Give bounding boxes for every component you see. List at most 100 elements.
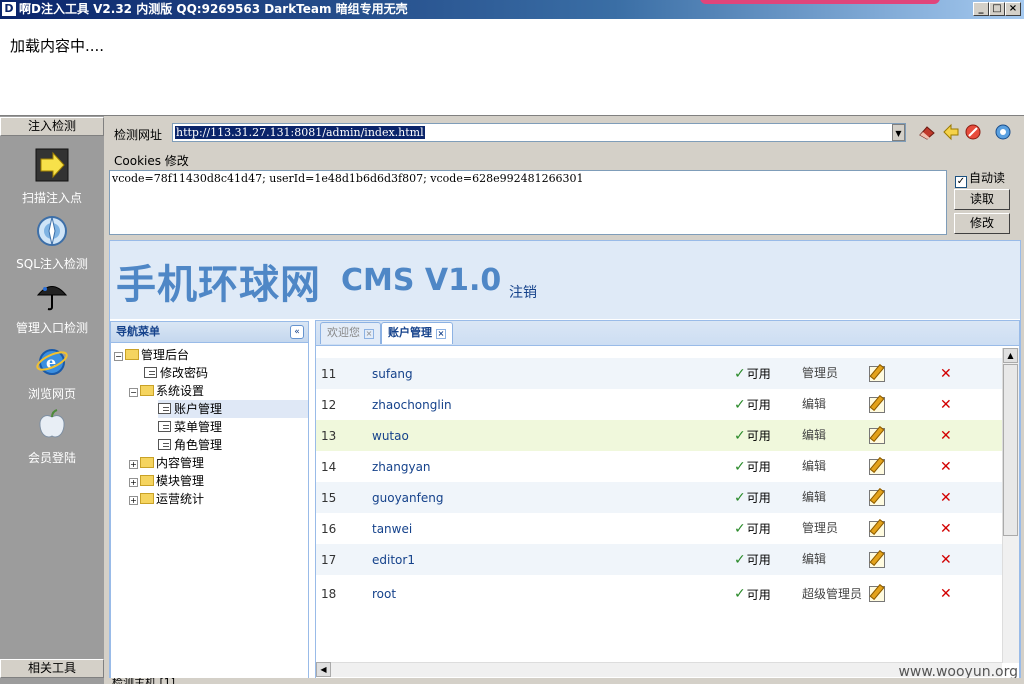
expand-toggle-icon[interactable]: + [129, 496, 138, 505]
delete-icon[interactable]: ✕ [940, 482, 952, 513]
delete-icon[interactable]: ✕ [940, 544, 952, 575]
delete-icon[interactable]: ✕ [940, 513, 952, 544]
info-icon[interactable] [994, 123, 1012, 141]
user-status: ✓ 可用 [734, 489, 771, 506]
scrollbar-thumb[interactable] [1003, 364, 1018, 536]
sidebar-item-sql[interactable]: SQL注入检测 [0, 214, 104, 272]
title-decoration [700, 0, 940, 4]
tree-node-system-settings[interactable]: − 系统设置 [129, 382, 204, 400]
edit-icon[interactable] [869, 420, 885, 451]
user-status: ✓ 可用 [734, 520, 771, 537]
url-input[interactable]: http://113.31.27.131:8081/admin/index.ht… [172, 123, 906, 142]
tab-close-icon[interactable]: × [364, 329, 374, 339]
table-row[interactable]: 16 tanwei ✓ 可用 管理员 ✕ [316, 513, 1002, 544]
restore-button[interactable]: □ [989, 2, 1005, 16]
table-row[interactable]: 17 editor1 ✓ 可用 编辑 ✕ [316, 544, 1002, 575]
tab-label: 账户管理 [388, 326, 432, 339]
auto-read-checkbox[interactable]: ✓ 自动读 [955, 169, 1005, 188]
tree-node-content-management[interactable]: + 内容管理 [129, 454, 204, 472]
tab-welcome[interactable]: 欢迎您 × [320, 322, 381, 344]
sidebar-item-label: 浏览网页 [27, 387, 76, 401]
tree-node-operation-stats[interactable]: + 运营统计 [129, 490, 204, 508]
tree-node-account-management[interactable]: 账户管理 [158, 400, 308, 418]
expand-toggle-icon[interactable]: + [129, 478, 138, 487]
modify-button[interactable]: 修改 [954, 213, 1010, 234]
collapse-toggle-icon[interactable]: − [129, 388, 138, 397]
tree-node-module-management[interactable]: + 模块管理 [129, 472, 204, 490]
user-role: 编辑 [802, 459, 827, 473]
user-status: ✓ 可用 [734, 586, 771, 602]
table-row[interactable]: 13 wutao ✓ 可用 编辑 ✕ [316, 420, 1002, 451]
table-row[interactable]: 11 sufang ✓ 可用 管理员 ✕ [316, 358, 1002, 389]
sidebar-item-member-login[interactable]: 会员登陆 [0, 408, 104, 466]
scroll-up-icon[interactable]: ▲ [1003, 348, 1018, 363]
check-icon: ✓ [734, 396, 746, 413]
sidebar-item-scan[interactable]: 扫描注入点 [0, 148, 104, 206]
tab-account-management[interactable]: 账户管理 × [381, 322, 453, 344]
back-arrow-icon[interactable] [942, 123, 960, 141]
user-id: 13 [321, 428, 337, 443]
delete-icon[interactable]: ✕ [940, 451, 952, 482]
folder-icon [140, 475, 154, 486]
edit-icon[interactable] [869, 544, 885, 575]
delete-icon[interactable]: ✕ [940, 420, 952, 451]
user-id: 16 [321, 521, 337, 536]
tab-close-icon[interactable]: × [436, 329, 446, 339]
delete-icon[interactable]: ✕ [940, 575, 952, 613]
table-row[interactable]: 15 guoyanfeng ✓ 可用 编辑 ✕ [316, 482, 1002, 513]
tree-node-role-management[interactable]: 角色管理 [158, 436, 222, 454]
user-role: 编辑 [802, 490, 827, 504]
folder-icon [140, 457, 154, 468]
table-row[interactable]: 14 zhangyan ✓ 可用 编辑 ✕ [316, 451, 1002, 482]
edit-icon[interactable] [869, 358, 885, 389]
umbrella-icon [36, 286, 68, 311]
compass-icon [37, 216, 67, 246]
collapse-toggle-icon[interactable]: − [114, 352, 123, 361]
check-icon: ✓ [734, 458, 746, 475]
sidebar-item-label: 管理入口检测 [15, 321, 88, 335]
minimize-button[interactable]: _ [973, 2, 989, 16]
sidebar: 注入检测 扫描注入点 SQL注入检测 管理入口检测 e 浏览网页 会员登陆 相关… [0, 116, 104, 684]
edit-icon[interactable] [869, 389, 885, 420]
edit-icon[interactable] [869, 575, 885, 613]
eraser-icon[interactable] [918, 123, 936, 141]
app-icon: D [2, 2, 16, 16]
read-button[interactable]: 读取 [954, 189, 1010, 210]
tree-node-menu-management[interactable]: 菜单管理 [158, 418, 222, 436]
collapse-icon[interactable]: « [290, 325, 304, 339]
tree-node-label: 账户管理 [174, 402, 223, 416]
window-title-bar[interactable]: D 啊D注入工具 V2.32 内测版 QQ:9269563 DarkTeam 暗组… [0, 0, 1024, 19]
delete-icon[interactable]: ✕ [940, 389, 952, 420]
sidebar-footer[interactable]: 相关工具 [0, 659, 104, 678]
user-id: 12 [321, 397, 337, 412]
loading-text: 加载内容中.... [10, 37, 105, 55]
close-button[interactable]: × [1005, 2, 1021, 16]
logout-link[interactable]: 注销 [509, 282, 537, 302]
user-role: 管理员 [802, 521, 839, 535]
sidebar-item-label: 扫描注入点 [21, 191, 82, 205]
sidebar-item-admin-entry[interactable]: 管理入口检测 [0, 278, 104, 336]
tab-label: 欢迎您 [327, 326, 360, 339]
scroll-left-icon[interactable]: ◀ [316, 662, 331, 677]
page-icon [158, 421, 171, 432]
stop-icon[interactable] [964, 123, 982, 141]
cookies-textarea[interactable]: vcode=78f11430d8c41d47; userId=1e48d1b6d… [109, 170, 947, 235]
nav-panel-title: 导航菜单 [116, 325, 160, 338]
tree-node-label: 模块管理 [156, 474, 205, 488]
table-row[interactable]: 12 zhaochonglin ✓ 可用 编辑 ✕ [316, 389, 1002, 420]
user-name: guoyanfeng [372, 490, 444, 505]
user-role: 编辑 [802, 397, 827, 411]
sidebar-header[interactable]: 注入检测 [0, 117, 104, 136]
url-dropdown-button[interactable]: ▼ [892, 124, 905, 141]
edit-icon[interactable] [869, 482, 885, 513]
tree-node-label: 系统设置 [156, 384, 205, 398]
user-status: ✓ 可用 [734, 427, 771, 444]
sidebar-item-browse[interactable]: e 浏览网页 [0, 344, 104, 402]
table-row[interactable]: 18 root ✓ 可用 超级管理员 ✕ [316, 575, 1002, 613]
expand-toggle-icon[interactable]: + [129, 460, 138, 469]
tree-node-admin[interactable]: − 管理后台 [114, 346, 189, 364]
edit-icon[interactable] [869, 451, 885, 482]
edit-icon[interactable] [869, 513, 885, 544]
delete-icon[interactable]: ✕ [940, 358, 952, 389]
tree-node-change-password[interactable]: 修改密码 [144, 364, 208, 382]
